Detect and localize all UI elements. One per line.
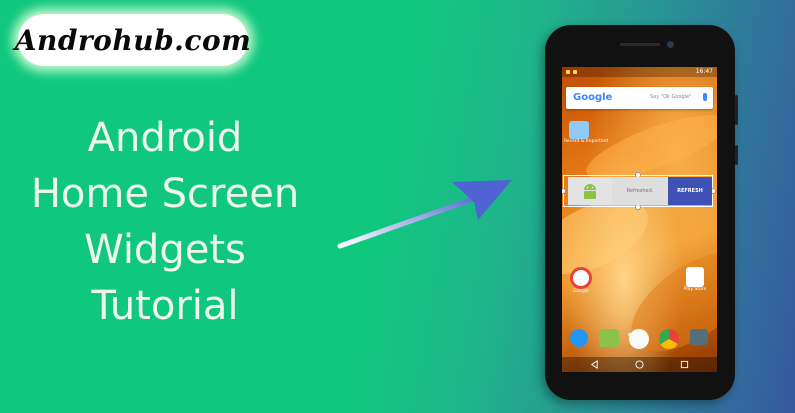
google-app[interactable]: Google: [566, 267, 596, 294]
google-logo-text: Google: [573, 92, 613, 103]
folder-shortcut[interactable]: Recent & Important: [564, 121, 609, 144]
app-drawer-icon: [629, 329, 649, 349]
notification-icon: [573, 70, 577, 74]
phone-mockup: 16:47 Google Say "Ok Google" Recent & Im…: [545, 25, 738, 400]
headline-line: Tutorial: [91, 283, 239, 329]
pointer-arrow-icon: [337, 180, 512, 249]
notification-icon: [566, 70, 570, 74]
page-indicator: [628, 321, 652, 336]
volume-button: [735, 95, 738, 125]
phone-screen: 16:47 Google Say "Ok Google" Recent & Im…: [562, 67, 717, 372]
play-store-icon: [686, 267, 704, 287]
wallpaper-fold: [614, 233, 717, 371]
widget-status: Refreshed.: [612, 177, 668, 205]
status-bar: 16:47: [562, 67, 717, 77]
status-time: 16:47: [695, 68, 713, 75]
app-label: Google: [573, 289, 589, 294]
dock-messages[interactable]: [594, 329, 624, 347]
refresh-button[interactable]: REFRESH: [668, 177, 712, 205]
recents-icon[interactable]: [680, 360, 689, 369]
dock-app-drawer[interactable]: [624, 329, 654, 349]
navigation-bar: [562, 357, 717, 372]
front-camera-icon: [667, 41, 674, 48]
google-search-bar[interactable]: Google Say "Ok Google": [566, 87, 713, 109]
home-icon[interactable]: [635, 360, 644, 369]
folder-label: Recent & Important: [564, 139, 609, 144]
headline-line: Home Screen: [30, 171, 300, 217]
camera-icon: [690, 329, 708, 345]
headline: Android Home Screen Widgets Tutorial: [0, 110, 330, 334]
logo-text: Androhub.com: [14, 23, 252, 57]
messages-icon: [599, 329, 619, 347]
chrome-icon: [659, 329, 679, 349]
earpiece: [620, 43, 660, 46]
dock-chrome[interactable]: [654, 329, 684, 349]
dock-camera[interactable]: [684, 329, 714, 345]
headline-line: Android: [87, 115, 243, 161]
back-icon[interactable]: [590, 360, 599, 369]
app-label: Play Store: [683, 287, 707, 292]
widget-image: [568, 177, 612, 205]
site-logo: Androhub.com: [14, 14, 252, 66]
google-logo: Google: [573, 92, 612, 103]
google-icon: [570, 267, 592, 289]
phone-icon: [570, 329, 588, 347]
power-button: [735, 145, 738, 165]
mic-icon[interactable]: [703, 93, 707, 101]
home-widget: Refreshed. REFRESH: [568, 177, 712, 205]
folder-icon: [569, 121, 589, 139]
android-robot-icon: [584, 184, 596, 199]
dock-phone[interactable]: [564, 329, 594, 347]
play-store-app[interactable]: Play Store: [680, 267, 710, 292]
headline-line: Widgets: [84, 227, 246, 273]
search-hint: Say "Ok Google": [650, 94, 692, 100]
